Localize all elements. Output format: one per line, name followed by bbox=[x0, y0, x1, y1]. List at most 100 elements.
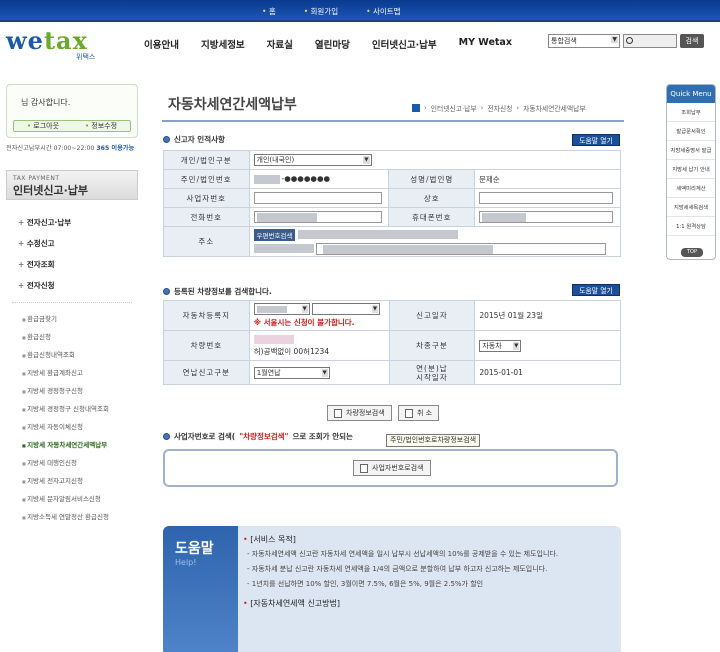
help-open-button[interactable]: 도움말 열기 bbox=[572, 134, 620, 146]
cancel-button[interactable]: 취 소 bbox=[398, 405, 440, 421]
side-sub-item[interactable]: 지방세 문자알림서비스신청 bbox=[6, 489, 138, 507]
car-kind-label: 차종구분 bbox=[388, 330, 476, 361]
page-title: 자동차세연간세액납부 bbox=[168, 97, 297, 113]
gnb-open-forum[interactable]: 열린마당 bbox=[315, 37, 350, 51]
edit-info-button[interactable]: 정보수정 bbox=[85, 121, 117, 131]
type-select[interactable]: 개인(내국인) bbox=[253, 154, 372, 166]
reg-sido-select[interactable] bbox=[253, 303, 310, 315]
mobile-label: 휴대폰번호 bbox=[388, 207, 475, 227]
phone-input[interactable] bbox=[253, 211, 382, 223]
bullet-icon bbox=[163, 288, 170, 295]
side-main-item[interactable]: 전자신고·납부 bbox=[6, 212, 138, 233]
side-sub-menu: 환급금찾기 환급신청 환급신청내역조회 지방세 환급계좌신고 지방세 경정청구신… bbox=[6, 309, 138, 525]
quick-menu-title: Quick Menu bbox=[667, 85, 715, 103]
car-number-label: 차량번호 bbox=[163, 330, 250, 361]
annual-type-label: 연납신고구분 bbox=[163, 360, 250, 385]
logout-button[interactable]: 로그아웃 bbox=[27, 121, 59, 131]
side-sub-item[interactable]: 지방세 경정청구 신청내역조회 bbox=[6, 399, 138, 417]
side-sub-item[interactable]: 지방세 환급계좌신고 bbox=[6, 363, 138, 381]
quick-item[interactable]: 조회납부 bbox=[667, 103, 715, 122]
vehicle-search-button[interactable]: 차량정보검색 bbox=[327, 405, 392, 421]
quick-item[interactable]: 1:1 원격상담 bbox=[667, 217, 715, 236]
mobile-input[interactable] bbox=[479, 211, 613, 223]
side-sub-item[interactable]: 지방세 경정청구신청 bbox=[6, 381, 138, 399]
top-links: 홈 회원가입 사이트맵 bbox=[262, 6, 401, 17]
logo-ko: 위택스 bbox=[76, 53, 96, 61]
breadcrumb: › 인터넷신고·납부 › 전자신청 › 자동차세연간세액납부 bbox=[412, 103, 586, 113]
seoul-warning: ※ 서울시는 신청이 불가합니다. bbox=[253, 318, 355, 327]
pencil-icon bbox=[405, 408, 413, 418]
id-value: -●●●●●●● bbox=[281, 174, 331, 184]
help-tab-en: Help! bbox=[175, 558, 197, 567]
global-nav: 이용안내 지방세정보 자료실 열린마당 인터넷신고·납부 MY Wetax bbox=[144, 37, 534, 51]
help-item: 1년치를 선납하면 10% 할인, 3월이면 7.5%, 6월은 5%, 9월은… bbox=[243, 579, 615, 590]
home-icon[interactable] bbox=[412, 104, 420, 112]
top-link-join[interactable]: 회원가입 bbox=[304, 6, 339, 17]
car-number-input[interactable] bbox=[253, 334, 294, 344]
side-sub-item[interactable]: 지방세 대행인신청 bbox=[6, 453, 138, 471]
bullet-icon bbox=[163, 136, 170, 143]
side-menu: TAX PAYMENT 인터넷신고·납부 전자신고·납부 수정신고 전자조회 전… bbox=[6, 170, 138, 521]
logo-accent: tax bbox=[43, 26, 88, 55]
help-heading: [서비스 목적] bbox=[243, 534, 615, 545]
side-sub-item[interactable]: 환급신청 bbox=[6, 327, 138, 345]
service-hours-suffix: 365 이용가능 bbox=[96, 145, 135, 152]
gnb-my-wetax[interactable]: MY Wetax bbox=[459, 37, 512, 51]
side-menu-head: TAX PAYMENT 인터넷신고·납부 bbox=[6, 170, 138, 200]
reg-place-label: 자동차등록지 bbox=[163, 300, 250, 331]
help-open-button[interactable]: 도움말 열기 bbox=[572, 284, 620, 296]
side-sub-item[interactable]: 지방세 전자고지신청 bbox=[6, 471, 138, 489]
top-button[interactable]: TOP bbox=[681, 248, 703, 257]
gnb-guide[interactable]: 이용안내 bbox=[144, 37, 179, 51]
side-main-item[interactable]: 전자신청 bbox=[6, 275, 138, 296]
applicant-table: 개인/법인구분 개인(내국인) 주민/법인번호 -●●●●●●● 성명/법인명 … bbox=[163, 150, 622, 257]
quick-item[interactable]: 세액미리계산 bbox=[667, 179, 715, 198]
biz-number-search-button[interactable]: 사업자번호로검색 bbox=[353, 460, 431, 476]
top-bar: 홈 회원가입 사이트맵 bbox=[0, 0, 720, 22]
crumb-item[interactable]: 인터넷신고·납부 bbox=[431, 103, 477, 113]
title-divider bbox=[162, 120, 624, 122]
gnb-internet-filing[interactable]: 인터넷신고·납부 bbox=[372, 37, 437, 51]
gnb-tax-info[interactable]: 지방세정보 bbox=[201, 37, 245, 51]
document-icon bbox=[334, 408, 342, 418]
wetax-logo[interactable]: wetax 위택스 bbox=[6, 26, 116, 62]
crumb-item[interactable]: 전자신청 bbox=[487, 103, 512, 113]
quick-item[interactable]: 지방세증명서 발급 bbox=[667, 141, 715, 160]
quick-item[interactable]: 지방세 납기 안내 bbox=[667, 160, 715, 179]
gnb-library[interactable]: 자료실 bbox=[267, 37, 293, 51]
car-kind-select[interactable]: 자동차 bbox=[479, 339, 522, 352]
side-sub-item[interactable]: 환급금찾기 bbox=[6, 309, 138, 327]
search-type-select[interactable]: 통합검색 bbox=[548, 34, 620, 48]
search-input[interactable] bbox=[623, 34, 677, 48]
help-item: 자동차세 분납 신고란 자동차세 연세액을 1/4의 금액으로 분할하여 납부 … bbox=[243, 564, 615, 575]
address-detail-input[interactable] bbox=[315, 242, 606, 255]
masked-value bbox=[253, 174, 280, 184]
side-sub-item[interactable]: 지방세 자동이체신청 bbox=[6, 417, 138, 435]
section-applicant-head: 신고자 인적사항 bbox=[163, 134, 225, 145]
quick-item[interactable]: 발급문서확인 bbox=[667, 122, 715, 141]
side-main-item[interactable]: 수정신고 bbox=[6, 233, 138, 254]
quick-item[interactable]: 지방세세목검색 bbox=[667, 198, 715, 217]
report-date-value: 2015년 01월 23일 bbox=[474, 300, 621, 331]
side-main-item[interactable]: 전자조회 bbox=[6, 254, 138, 275]
report-date-label: 신고일자 bbox=[388, 300, 476, 331]
bullet-icon bbox=[163, 433, 170, 440]
name-value: 문제순 bbox=[474, 169, 621, 189]
reg-sigungu-select[interactable] bbox=[312, 303, 381, 315]
zip-search-button[interactable]: 우편번호검색 bbox=[253, 228, 296, 241]
side-sub-item-active[interactable]: 지방세 자동차세연간세액납부 bbox=[6, 435, 138, 453]
biz-number-input[interactable] bbox=[253, 192, 382, 204]
start-date-value: 2015-01-01 bbox=[474, 360, 621, 385]
address-zip bbox=[253, 244, 314, 253]
side-sub-item[interactable]: 환급신청내역조회 bbox=[6, 345, 138, 363]
type-label: 개인/법인구분 bbox=[163, 150, 250, 170]
top-link-home[interactable]: 홈 bbox=[262, 6, 276, 17]
trade-name-input[interactable] bbox=[479, 192, 613, 204]
top-link-sitemap[interactable]: 사이트맵 bbox=[366, 6, 401, 17]
tooltip: 주민/법인번호로차량정보검색 bbox=[386, 434, 481, 447]
search-button[interactable]: 검색 bbox=[680, 34, 704, 48]
annual-type-select[interactable]: 1월연납 bbox=[253, 366, 330, 379]
side-sub-item[interactable]: 지방소득세 연말정산 환급신청 bbox=[6, 507, 138, 525]
side-head-ko: 인터넷신고·납부 bbox=[13, 184, 89, 197]
help-heading: [자동차세연세액 신고방법] bbox=[243, 598, 615, 609]
